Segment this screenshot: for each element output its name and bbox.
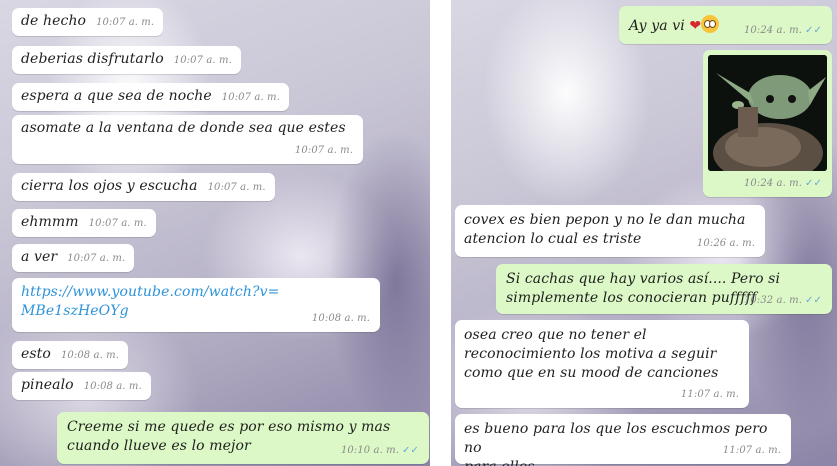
message-text: a ver — [21, 249, 58, 265]
message-time: 10:07 a. m. — [173, 55, 232, 66]
message-text-line: Si cachas que hay varios así.... Pero si — [506, 271, 781, 287]
message-time: 10:08 a. m. — [311, 313, 370, 324]
chat-panel-right: Ay ya vi ❤ 10:24 a. m. ✓✓ 10:24 a. m. ✓✓ c… — [451, 0, 837, 466]
message-meta: 10:10 a. m. ✓✓ — [341, 441, 419, 460]
message-time: 10:08 a. m. — [83, 381, 142, 392]
message-time: 10:07 a. m. — [96, 17, 155, 28]
message-time: 11:07 a. m. — [680, 389, 739, 400]
message-time: 10:10 a. m. — [340, 445, 400, 456]
message-bubble[interactable]: de hecho 10:07 a. m. — [12, 8, 164, 36]
message-time: 10:24 a. m. — [743, 178, 803, 189]
message-text-line: osea creo que no tener el — [464, 327, 647, 343]
read-receipt-icon: ✓✓ — [805, 178, 822, 189]
message-bubble[interactable]: cierra los ojos y escucha 10:07 a. m. — [12, 173, 275, 201]
message-text-line: como que en su mood de canciones — [464, 365, 719, 381]
baby-yoda-image — [708, 55, 827, 171]
message-bubble[interactable]: deberias disfrutarlo 10:07 a. m. — [12, 46, 241, 74]
message-text: esto — [21, 346, 51, 362]
read-receipt-icon: ✓✓ — [805, 295, 822, 306]
message-bubble[interactable]: esto 10:08 a. m. — [12, 341, 129, 369]
message-meta: 10:24 a. m. ✓✓ — [744, 21, 822, 40]
message-time: 10:07 a. m. — [294, 145, 353, 156]
outgoing-message-bubble[interactable]: Si cachas que hay varios así.... Pero si… — [496, 264, 832, 314]
read-receipt-icon: ✓✓ — [402, 445, 419, 456]
baby-yoda-photo[interactable] — [708, 55, 827, 171]
message-time: 10:24 a. m. — [743, 25, 803, 36]
pleading-face-emoji-icon — [701, 15, 720, 33]
message-time: 10:07 a. m. — [88, 218, 147, 229]
message-time: 10:32 a. m. — [743, 295, 803, 306]
heart-emoji-icon: ❤ — [689, 18, 702, 34]
message-text: Ay ya vi — [629, 18, 685, 34]
message-text: espera a que sea de noche — [21, 88, 212, 104]
message-time: 10:26 a. m. — [696, 238, 755, 249]
message-text: pinealo — [21, 377, 74, 393]
image-message-bubble[interactable]: 10:24 a. m. ✓✓ — [703, 50, 832, 197]
chat-panel-left: de hecho 10:07 a. m. deberias disfrutarlo… — [0, 0, 430, 466]
message-meta: 10:24 a. m. ✓✓ — [744, 174, 822, 193]
message-bubble[interactable]: covex es bien pepon y no le dan mucha at… — [455, 205, 765, 257]
youtube-link[interactable]: https://www.youtube.com/watch?v= — [21, 283, 371, 302]
outgoing-message-bubble[interactable]: Creeme si me quede es por eso mismo y ma… — [57, 412, 429, 464]
message-bubble[interactable]: osea creo que no tener el reconocimiento… — [455, 320, 749, 408]
message-time: 11:07 a. m. — [722, 445, 781, 456]
message-bubble[interactable]: pinealo 10:08 a. m. — [12, 372, 151, 400]
link-message-bubble[interactable]: https://www.youtube.com/watch?v= MBe1szH… — [12, 278, 380, 332]
message-time: 10:07 a. m. — [207, 182, 266, 193]
message-time: 10:08 a. m. — [60, 350, 120, 361]
outgoing-message-bubble[interactable]: Ay ya vi ❤ 10:24 a. m. ✓✓ — [619, 6, 832, 44]
message-text-line: covex es bien pepon y no le dan mucha — [464, 212, 746, 228]
read-receipt-icon: ✓✓ — [805, 25, 822, 36]
message-text: de hecho — [21, 13, 87, 29]
message-meta: 10:32 a. m. ✓✓ — [744, 291, 822, 310]
message-time: 10:07 a. m. — [67, 253, 126, 264]
message-bubble[interactable]: ehmmm 10:07 a. m. — [12, 209, 156, 237]
message-bubble[interactable]: a ver 10:07 a. m. — [12, 244, 135, 272]
message-bubble[interactable]: espera a que sea de noche 10:07 a. m. — [12, 83, 289, 111]
message-text: cierra los ojos y escucha — [21, 178, 198, 194]
message-text-line: reconocimiento los motiva a seguir — [464, 346, 717, 362]
message-text-line: Creeme si me quede es por eso mismo y ma… — [67, 419, 391, 435]
message-bubble[interactable]: es bueno para los que los escuchmos pero… — [455, 414, 791, 466]
message-text: deberias disfrutarlo — [21, 51, 164, 67]
message-time: 10:07 a. m. — [221, 92, 280, 103]
message-text: ehmmm — [21, 214, 79, 230]
message-text: asomate a la ventana de donde sea que es… — [21, 120, 346, 136]
message-bubble[interactable]: asomate a la ventana de donde sea que es… — [12, 115, 363, 164]
